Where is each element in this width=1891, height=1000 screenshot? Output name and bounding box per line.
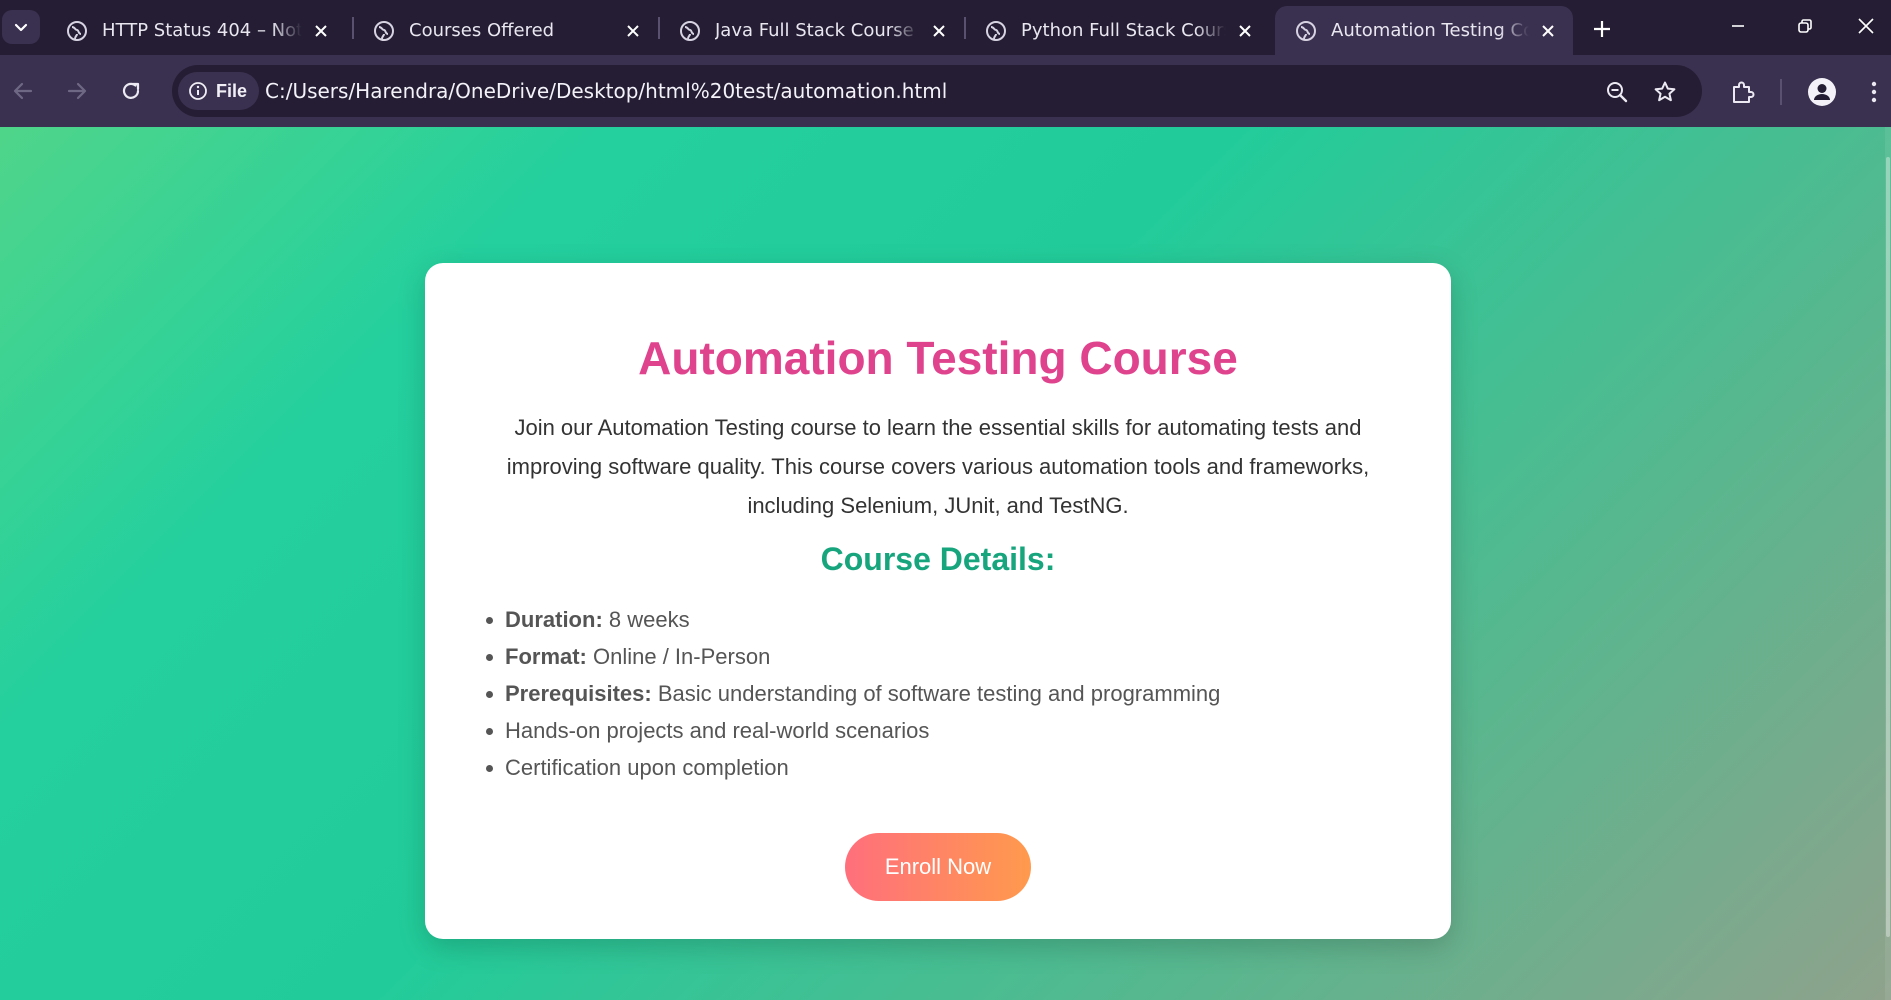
zoom-button[interactable] — [1602, 77, 1632, 107]
reload-button[interactable] — [111, 71, 151, 111]
menu-button[interactable] — [1857, 72, 1891, 112]
course-details-list: Duration: 8 weeks Format: Online / In-Pe… — [485, 601, 1221, 786]
course-card: Automation Testing Course Join our Autom… — [425, 263, 1451, 939]
close-window-button[interactable] — [1841, 0, 1891, 52]
detail-label: Format: — [505, 644, 587, 669]
tab-courses-offered[interactable]: Courses Offered — [353, 6, 658, 55]
tab-title: HTTP Status 404 – Not Found — [102, 20, 302, 41]
tab-title: Python Full Stack Course — [1021, 20, 1226, 41]
minimize-button[interactable] — [1705, 0, 1771, 52]
course-intro: Join our Automation Testing course to le… — [506, 415, 1370, 518]
url-text[interactable]: C:/Users/Harendra/OneDrive/Desktop/html%… — [265, 79, 947, 103]
tab-automation-testing[interactable]: Automation Testing Course — [1275, 6, 1573, 55]
list-item: Certification upon completion — [485, 749, 1220, 786]
list-item: Hands-on projects and real-world scenari… — [485, 712, 1220, 749]
globe-icon — [680, 20, 700, 41]
back-button[interactable] — [3, 71, 43, 111]
tab-search-button[interactable] — [2, 10, 40, 44]
course-details-heading: Course Details: — [820, 541, 1056, 577]
bookmark-button[interactable] — [1650, 77, 1680, 107]
restore-button[interactable] — [1772, 0, 1838, 52]
site-info-chip[interactable]: File — [178, 72, 260, 110]
tab-java-full-stack[interactable]: Java Full Stack Course — [659, 6, 964, 55]
scheme-label: File — [216, 80, 248, 101]
close-icon[interactable] — [1234, 20, 1256, 42]
toolbar-separator — [1780, 79, 1782, 105]
detail-value: Online / In-Person — [586, 644, 771, 669]
tab-title: Java Full Stack Course — [715, 20, 914, 41]
detail-value: Certification upon completion — [505, 755, 789, 780]
plus-icon — [1594, 21, 1610, 37]
minimize-icon — [1732, 25, 1744, 27]
close-icon[interactable] — [310, 20, 332, 42]
close-icon[interactable] — [622, 20, 644, 42]
globe-icon — [67, 20, 87, 41]
person-icon — [1808, 78, 1836, 106]
chevron-down-icon — [14, 23, 28, 32]
address-bar[interactable]: File C:/Users/Harendra/OneDrive/Desktop/… — [172, 65, 1702, 117]
info-icon — [189, 82, 207, 100]
arrow-left-icon — [13, 82, 33, 100]
browser-toolbar: File C:/Users/Harendra/OneDrive/Desktop/… — [0, 55, 1891, 127]
detail-value: Hands-on projects and real-world scenari… — [505, 718, 930, 743]
tab-strip: HTTP Status 404 – Not Found Courses Offe… — [0, 0, 1891, 55]
page-viewport: Automation Testing Course Join our Autom… — [0, 127, 1891, 1000]
tab-title: Automation Testing Course — [1331, 20, 1529, 41]
page-scrollbar[interactable] — [1885, 127, 1891, 1000]
detail-value: 8 weeks — [602, 607, 690, 632]
close-icon — [1858, 18, 1874, 34]
arrow-right-icon — [67, 82, 87, 100]
detail-label: Duration: — [505, 607, 603, 632]
globe-icon — [1296, 20, 1316, 41]
list-item: Prerequisites: Basic understanding of so… — [485, 675, 1221, 712]
close-icon[interactable] — [928, 20, 950, 42]
profile-button[interactable] — [1802, 72, 1842, 112]
tab-title: Courses Offered — [409, 20, 555, 41]
close-icon[interactable] — [1537, 20, 1559, 42]
detail-value: Basic understanding of software testing … — [651, 681, 1221, 706]
extensions-button[interactable] — [1723, 72, 1763, 112]
detail-label: Prerequisites: — [505, 681, 652, 706]
globe-icon — [374, 20, 394, 41]
restore-icon — [1798, 19, 1812, 33]
new-tab-button[interactable] — [1584, 12, 1620, 46]
tab-python-full-stack[interactable]: Python Full Stack Course — [965, 6, 1270, 55]
puzzle-icon — [1733, 81, 1755, 103]
tab-404[interactable]: HTTP Status 404 – Not Found — [46, 6, 346, 55]
scrollbar-thumb[interactable] — [1886, 157, 1890, 937]
star-icon — [1654, 81, 1676, 102]
globe-icon — [986, 20, 1006, 41]
enroll-now-button[interactable]: Enroll Now — [845, 833, 1031, 901]
page-title: Automation Testing Course — [638, 332, 1238, 384]
list-item: Format: Online / In-Person — [485, 638, 1220, 675]
reload-icon — [122, 82, 140, 99]
list-item: Duration: 8 weeks — [485, 601, 1220, 638]
zoom-out-icon — [1607, 82, 1628, 103]
forward-button[interactable] — [57, 71, 97, 111]
kebab-menu-icon — [1871, 81, 1877, 103]
